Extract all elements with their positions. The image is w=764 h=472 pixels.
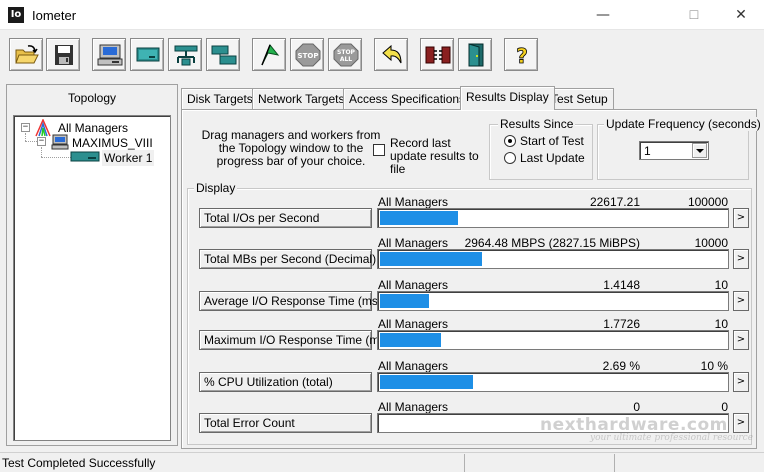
- chevron-down-icon[interactable]: [692, 143, 707, 158]
- stop-label: STOP: [298, 52, 319, 60]
- topology-tree[interactable]: − All Managers − MAXIMUS_VIII Worker 1: [13, 115, 171, 441]
- metric-button[interactable]: Maximum I/O Response Time (ms): [199, 330, 389, 350]
- topology-title: Topology: [67, 91, 117, 105]
- metric-button[interactable]: % CPU Utilization (total): [199, 372, 372, 392]
- metric-expand-button[interactable]: >: [733, 208, 749, 228]
- stop-all-button[interactable]: STOP ALL: [328, 38, 362, 71]
- display-title: Display: [194, 181, 238, 195]
- new-network-worker-button[interactable]: [130, 38, 164, 71]
- status-cell-2: [614, 454, 764, 472]
- metric-progress-bar[interactable]: [377, 208, 729, 228]
- topology-panel: Topology − All Managers − MAXIMUS_VIII W…: [6, 84, 178, 446]
- tab-test-setup[interactable]: Test Setup: [545, 88, 614, 110]
- maximize-button[interactable]: ☐: [671, 0, 717, 30]
- title-bar: Io Iometer — ☐ ✕: [0, 0, 764, 30]
- floppy-disk-icon: [55, 45, 73, 65]
- worker-icon: [70, 151, 100, 162]
- green-flag-icon: [261, 44, 280, 66]
- svg-text:ALL: ALL: [340, 56, 352, 63]
- open-config-button[interactable]: [9, 38, 43, 71]
- status-text: Test Completed Successfully: [2, 456, 156, 470]
- duplicate-worker-icon: [211, 45, 237, 65]
- network-computer-icon: [136, 47, 160, 62]
- metric-expand-button[interactable]: >: [733, 249, 749, 269]
- add-network-button[interactable]: [168, 38, 202, 71]
- toolbar: STOP STOP ALL ?: [0, 30, 764, 78]
- close-button[interactable]: ✕: [718, 0, 764, 30]
- metric-progress-bar[interactable]: [377, 249, 729, 269]
- tab-network-targets[interactable]: Network Targets: [252, 88, 351, 110]
- save-config-button[interactable]: [46, 38, 80, 71]
- window-title: Iometer: [32, 8, 77, 23]
- metric-progress-bar[interactable]: [377, 413, 729, 433]
- radio-start-of-test[interactable]: [504, 135, 516, 147]
- manager-computer-icon: [51, 134, 69, 150]
- tab-access-specifications[interactable]: Access Specifications: [343, 88, 472, 110]
- folder-open-icon: [15, 45, 39, 64]
- disconnect-icon: [425, 46, 451, 64]
- record-results-label: Record last update results to file: [390, 136, 479, 176]
- stop-button[interactable]: STOP: [290, 38, 324, 71]
- metric-progress-fill: [380, 294, 429, 308]
- new-disk-worker-button[interactable]: [92, 38, 126, 71]
- tree-item-worker[interactable]: Worker 1: [102, 150, 155, 166]
- drag-instructions: Drag managers and workers from the Topol…: [201, 128, 381, 168]
- disconnect-button[interactable]: [420, 38, 454, 71]
- exit-door-icon: [468, 43, 484, 67]
- update-frequency-title: Update Frequency (seconds): [604, 117, 763, 131]
- stop-all-sign-icon: STOP ALL: [333, 43, 359, 67]
- status-bar: Test Completed Successfully: [0, 452, 764, 472]
- metric-progress-bar[interactable]: [377, 291, 729, 311]
- about-button[interactable]: ?: [504, 38, 538, 71]
- metric-button[interactable]: Total Error Count: [199, 413, 372, 433]
- radio-last-update[interactable]: [504, 152, 516, 164]
- svg-text:STOP: STOP: [337, 49, 356, 56]
- metric-progress-fill: [380, 375, 473, 389]
- record-results-checkbox[interactable]: [373, 144, 385, 156]
- metric-expand-button[interactable]: >: [733, 330, 749, 350]
- question-mark-icon: ?: [516, 44, 528, 67]
- iometer-app-icon: Io: [8, 7, 24, 23]
- metric-button[interactable]: Average I/O Response Time (ms): [199, 291, 382, 311]
- update-frequency-value: 1: [644, 144, 651, 158]
- start-tests-button[interactable]: [252, 38, 286, 71]
- metric-expand-button[interactable]: >: [733, 413, 749, 433]
- duplicate-worker-button[interactable]: [206, 38, 240, 71]
- minimize-button[interactable]: —: [580, 0, 626, 30]
- reset-arrow-icon: [382, 44, 402, 64]
- reset-workers-button[interactable]: [374, 38, 408, 71]
- metric-button[interactable]: Total MBs per Second (Decimal): [199, 249, 376, 269]
- tree-item-manager[interactable]: MAXIMUS_VIII: [72, 135, 153, 151]
- tab-disk-targets[interactable]: Disk Targets: [181, 88, 259, 110]
- radio-start-of-test-label: Start of Test: [520, 134, 584, 148]
- network-tree-icon: [174, 45, 198, 66]
- metric-expand-button[interactable]: >: [733, 372, 749, 392]
- all-managers-icon: [35, 119, 51, 137]
- exit-button[interactable]: [458, 38, 492, 71]
- metric-progress-fill: [380, 211, 458, 225]
- iometer-window: Io Iometer — ☐ ✕ STOP STOP ALL ? Topolog…: [0, 0, 764, 472]
- results-since-group: Results Since Start of Test Last Update: [489, 117, 593, 180]
- metric-button[interactable]: Total I/Os per Second: [199, 208, 372, 228]
- computer-disk-icon: [97, 44, 123, 66]
- tab-results-display[interactable]: Results Display: [460, 86, 555, 110]
- metric-progress-bar[interactable]: [377, 330, 729, 350]
- results-since-title: Results Since: [498, 117, 576, 131]
- metric-progress-bar[interactable]: [377, 372, 729, 392]
- metric-progress-fill: [380, 252, 482, 266]
- stop-sign-icon: STOP: [295, 43, 321, 67]
- radio-last-update-label: Last Update: [520, 151, 585, 165]
- status-cell-1: [464, 454, 614, 472]
- expand-manager-toggle[interactable]: −: [37, 137, 46, 146]
- metric-progress-fill: [380, 333, 441, 347]
- update-frequency-select[interactable]: 1: [639, 141, 709, 160]
- about-label: ?: [516, 44, 528, 67]
- expand-all-managers-toggle[interactable]: −: [21, 123, 30, 132]
- metric-expand-button[interactable]: >: [733, 291, 749, 311]
